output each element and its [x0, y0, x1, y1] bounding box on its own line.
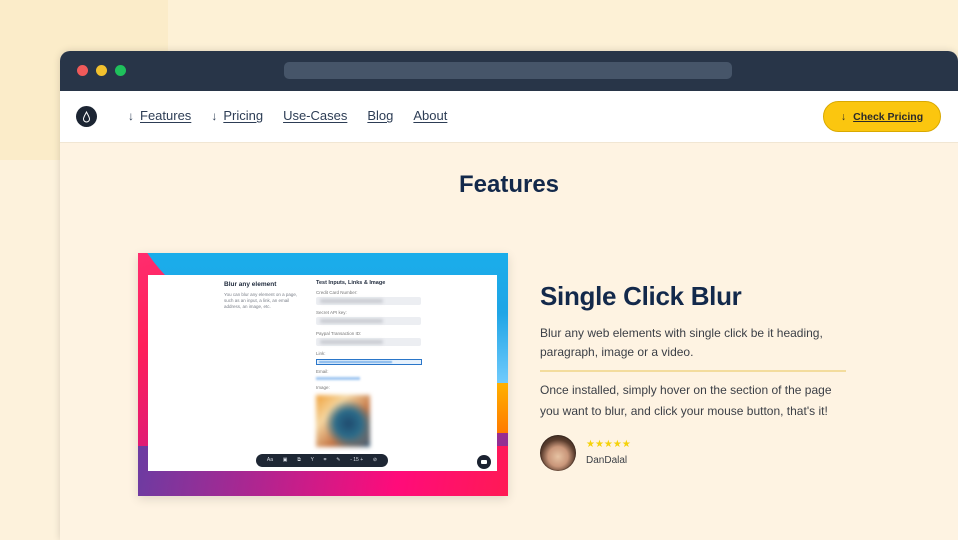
- nav-link-use-cases[interactable]: Use-Cases: [283, 108, 347, 123]
- feature-description: Single Click Blur Blur any web elements …: [540, 281, 850, 471]
- demo-field-label: Secret API key:: [316, 310, 347, 315]
- demo-blurred-image: [316, 395, 370, 447]
- demo-blurred-email: [316, 377, 360, 380]
- nav-link-label: Use-Cases: [283, 108, 348, 123]
- demo-link-highlight: [316, 359, 422, 365]
- check-pricing-label: Check Pricing: [853, 110, 924, 123]
- review-meta: ★★★★★ DanDalal: [586, 439, 631, 467]
- save-icon[interactable]: ▣: [283, 458, 288, 463]
- close-window-button[interactable]: [77, 65, 88, 76]
- demo-field-label: Credit Card Number:: [316, 290, 358, 295]
- browser-titlebar: [60, 51, 958, 91]
- nav-links: ↓ Features ↓ Pricing Use-Cases Blog Abou…: [128, 108, 467, 123]
- demo-blurred-input: [316, 338, 421, 346]
- demo-right-heading: Test Inputs, Links & Image: [316, 280, 386, 286]
- minimize-window-button[interactable]: [96, 65, 107, 76]
- nav-link-label: Features: [140, 108, 192, 123]
- reviewer-avatar: [540, 435, 576, 471]
- nav-link-about[interactable]: About: [413, 108, 447, 123]
- demo-left-text: You can blur any element on a page, such…: [224, 292, 298, 309]
- check-pricing-button[interactable]: ↓ Check Pricing: [823, 101, 941, 132]
- divider: [540, 370, 846, 372]
- browser-window: ↓ Features ↓ Pricing Use-Cases Blog Abou…: [60, 51, 958, 540]
- testimonial: ★★★★★ DanDalal: [540, 435, 850, 471]
- feature-details: Once installed, simply hover on the sect…: [540, 383, 832, 418]
- droplet-icon: [82, 110, 91, 122]
- demo-field-label: Email:: [316, 369, 329, 374]
- select-area-icon[interactable]: ⌗: [324, 458, 327, 463]
- nav-link-label: Pricing: [223, 108, 264, 123]
- address-bar[interactable]: [284, 62, 732, 79]
- font-icon[interactable]: Aa: [267, 458, 273, 463]
- blur-toolbar: Aa ▣ ⧉ Y ⌗ ✎ - 15 + ⊘: [256, 454, 388, 467]
- demo-blurred-input: [316, 317, 421, 325]
- demo-field-label: Link:: [316, 351, 326, 356]
- demo-page: Blur any element You can blur any elemen…: [148, 275, 497, 471]
- site-navbar: ↓ Features ↓ Pricing Use-Cases Blog Abou…: [60, 91, 958, 143]
- star-rating: ★★★★★: [586, 439, 631, 450]
- arrow-down-icon: ↓: [128, 108, 134, 123]
- blur-amount-stepper[interactable]: - 15 +: [350, 458, 363, 463]
- reviewer-name: DanDalal: [586, 455, 628, 466]
- nav-link-label: Blog: [367, 108, 394, 123]
- feature-title: Single Click Blur: [540, 281, 742, 311]
- site-logo[interactable]: [76, 106, 97, 127]
- maximize-window-button[interactable]: [115, 65, 126, 76]
- nav-link-features[interactable]: ↓ Features: [128, 108, 191, 123]
- copy-icon[interactable]: ⧉: [297, 458, 301, 463]
- features-section: Features Blur any element You can blur a…: [60, 143, 958, 540]
- demo-blurred-input: [316, 297, 421, 305]
- filter-icon[interactable]: Y: [311, 458, 314, 463]
- arrow-down-icon: ↓: [840, 110, 847, 123]
- nav-link-blog[interactable]: Blog: [367, 108, 393, 123]
- section-title: Features: [458, 171, 560, 198]
- arrow-down-icon: ↓: [211, 108, 218, 123]
- eraser-icon[interactable]: ✎: [336, 458, 340, 463]
- disable-icon[interactable]: ⊘: [373, 458, 377, 463]
- feature-summary: Blur any web elements with single click …: [540, 326, 823, 359]
- nav-link-label: About: [413, 108, 448, 123]
- demo-left-heading: Blur any element: [224, 281, 277, 288]
- chat-icon[interactable]: [477, 455, 491, 469]
- demo-screenshot: Blur any element You can blur any elemen…: [138, 253, 508, 496]
- demo-field-label: Paypal Transaction ID:: [316, 331, 362, 336]
- nav-link-pricing[interactable]: ↓ Pricing: [211, 108, 263, 123]
- demo-field-label: Image:: [316, 385, 330, 390]
